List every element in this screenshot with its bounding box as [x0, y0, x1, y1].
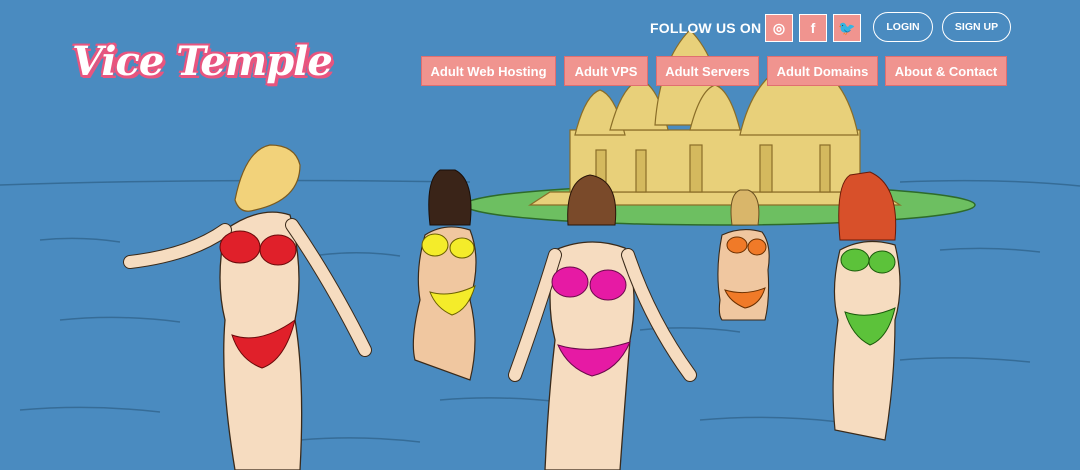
instagram-icon[interactable]: ◎ [765, 14, 793, 42]
login-button[interactable]: LOGIN [873, 12, 933, 42]
twitter-icon[interactable]: 🐦 [833, 14, 861, 42]
nav-adult-domains[interactable]: Adult Domains [767, 56, 878, 86]
signup-button[interactable]: SIGN UP [942, 12, 1011, 42]
nav-about-contact[interactable]: About & Contact [885, 56, 1007, 86]
site-logo[interactable]: Vice Temple [72, 38, 333, 85]
nav-adult-web-hosting[interactable]: Adult Web Hosting [421, 56, 556, 86]
nav-adult-servers[interactable]: Adult Servers [656, 56, 759, 86]
facebook-icon[interactable]: f [799, 14, 827, 42]
follow-us-label: FOLLOW US ON [650, 20, 762, 36]
figure-green-bikini [832, 171, 901, 441]
figure-red-bikini [123, 144, 372, 470]
nav-adult-vps[interactable]: Adult VPS [564, 56, 648, 86]
figure-yellow-bikini [412, 169, 477, 381]
